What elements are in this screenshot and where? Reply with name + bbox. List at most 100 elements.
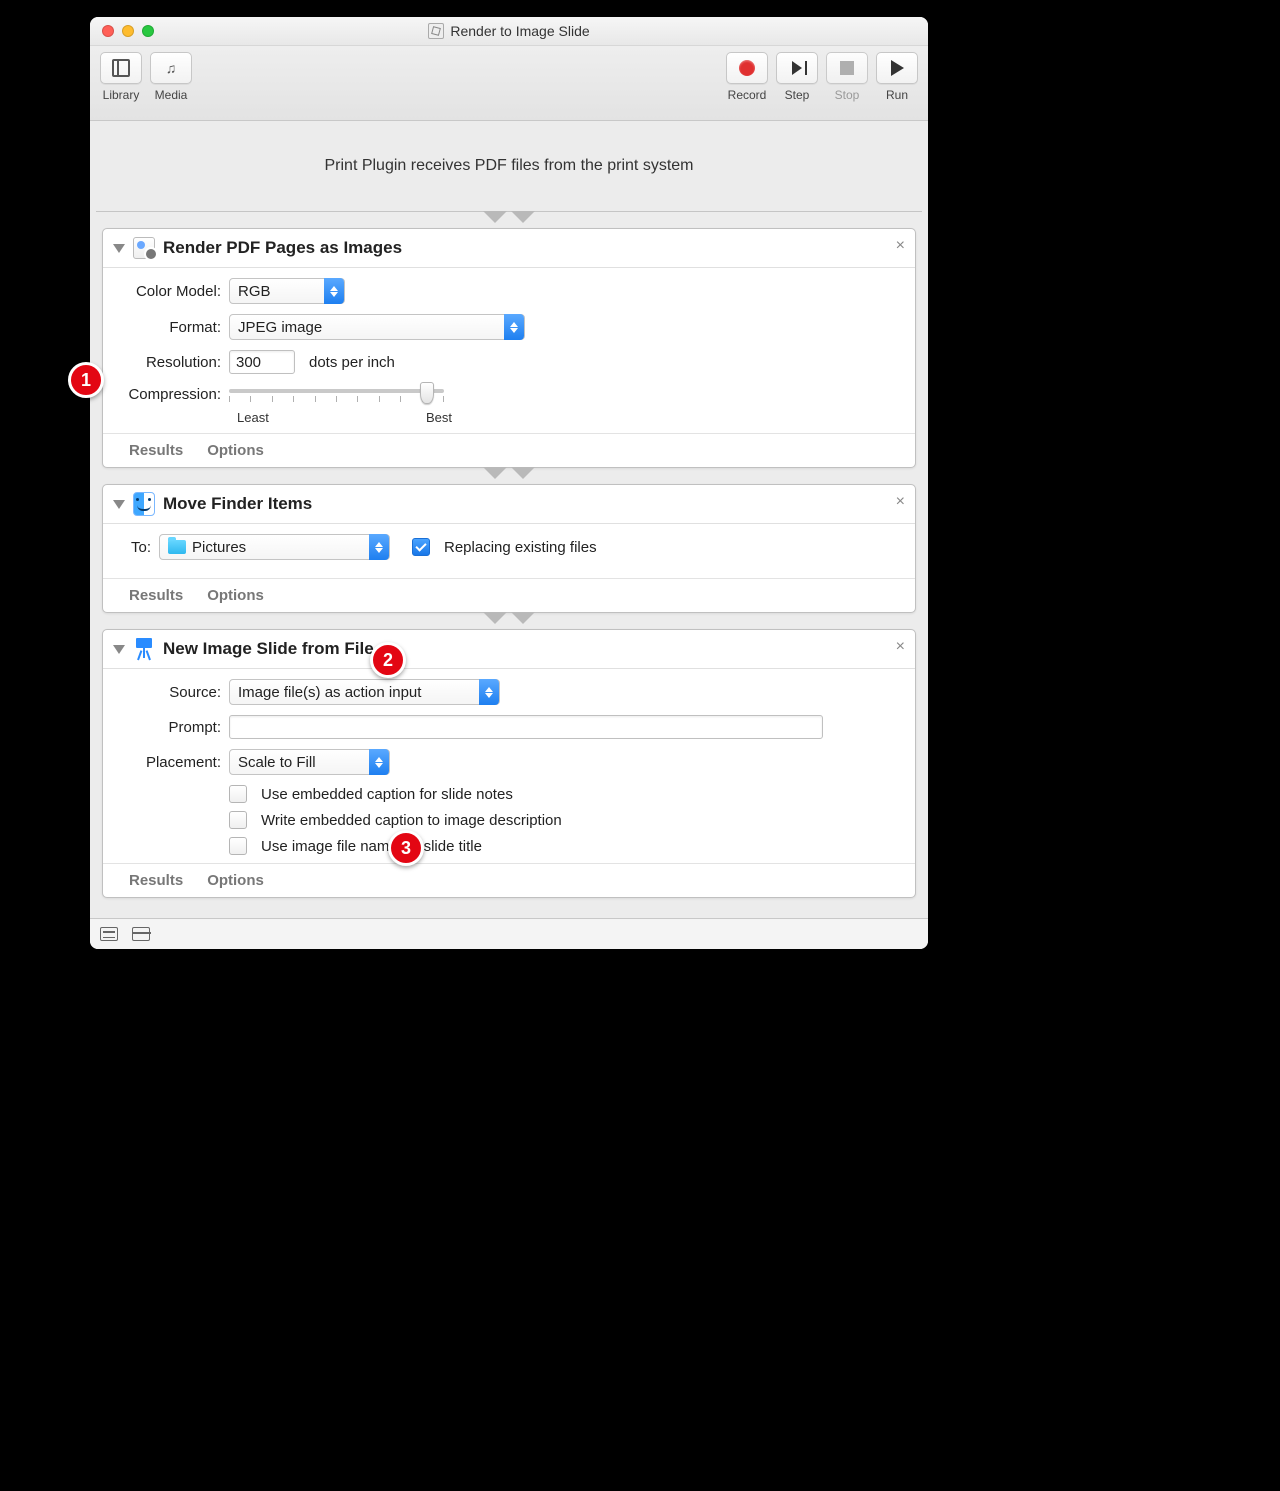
action-footer: Results Options — [103, 578, 915, 612]
use-embedded-caption-notes-checkbox[interactable] — [229, 785, 247, 803]
zoom-window-button[interactable] — [142, 25, 154, 37]
step-icon — [792, 61, 802, 75]
remove-action-button[interactable]: × — [896, 493, 905, 511]
remove-action-button[interactable]: × — [896, 237, 905, 255]
option-row: Use image file name for slide title — [229, 837, 897, 855]
library-button[interactable] — [100, 52, 142, 84]
destination-row: To: Pictures Replacing existing files — [121, 534, 897, 560]
annotation-badge-2: 2 — [370, 642, 406, 678]
annotation-badge-1: 1 — [68, 362, 104, 398]
dropdown-caret-icon — [504, 314, 524, 340]
option-row: Use embedded caption for slide notes — [229, 785, 897, 803]
connector-icon — [489, 212, 529, 228]
action-header[interactable]: Render PDF Pages as Images × — [103, 229, 915, 268]
connector-icon — [489, 613, 529, 629]
options-tab[interactable]: Options — [207, 587, 264, 604]
run-icon — [891, 60, 904, 76]
keynote-app-icon — [133, 638, 155, 660]
options-tab[interactable]: Options — [207, 872, 264, 889]
color-model-row: Color Model: RGB — [121, 278, 897, 304]
write-caption-to-description-label: Write embedded caption to image descript… — [261, 812, 562, 829]
status-bar — [90, 918, 928, 949]
use-filename-for-title-checkbox[interactable] — [229, 837, 247, 855]
run-button[interactable] — [876, 52, 918, 84]
destination-select[interactable]: Pictures — [159, 534, 390, 560]
slider-track — [229, 389, 444, 393]
minimize-window-button[interactable] — [122, 25, 134, 37]
source-select[interactable]: Image file(s) as action input — [229, 679, 500, 705]
slider-thumb[interactable] — [420, 382, 434, 404]
run-label: Run — [886, 88, 908, 102]
log-view-button[interactable] — [100, 927, 118, 941]
window-title-text: Render to Image Slide — [450, 23, 589, 39]
step-button[interactable] — [776, 52, 818, 84]
slider-least-label: Least — [237, 410, 269, 425]
library-icon — [112, 59, 130, 77]
step-button-item: Step — [776, 52, 818, 102]
workflow-input-description: Print Plugin receives PDF files from the… — [96, 121, 922, 212]
source-label: Source: — [121, 684, 221, 701]
media-label: Media — [155, 88, 188, 102]
resolution-value: 300 — [236, 354, 261, 371]
run-button-item: Run — [876, 52, 918, 102]
toolbar: Library ♫ Media Record — [90, 46, 928, 121]
to-label: To: — [121, 539, 151, 556]
action-move-finder-items: Move Finder Items × To: Pictures Replaci… — [102, 484, 916, 613]
media-button[interactable]: ♫ — [150, 52, 192, 84]
option-row: Write embedded caption to image descript… — [229, 811, 897, 829]
format-select[interactable]: JPEG image — [229, 314, 525, 340]
titlebar: Render to Image Slide — [90, 17, 928, 46]
results-tab[interactable]: Results — [129, 442, 183, 459]
placement-select[interactable]: Scale to Fill — [229, 749, 390, 775]
record-button[interactable] — [726, 52, 768, 84]
action-header[interactable]: Move Finder Items × — [103, 485, 915, 524]
dropdown-caret-icon — [479, 679, 499, 705]
application-window: Render to Image Slide Library ♫ Media — [90, 17, 928, 949]
action-header[interactable]: New Image Slide from File × — [103, 630, 915, 669]
color-model-value: RGB — [238, 283, 271, 300]
finder-app-icon — [133, 493, 155, 515]
replace-existing-label: Replacing existing files — [444, 539, 597, 556]
action-body: Color Model: RGB Format: JPEG image — [103, 268, 915, 433]
use-embedded-caption-notes-label: Use embedded caption for slide notes — [261, 786, 513, 803]
placement-value: Scale to Fill — [238, 754, 316, 771]
stop-button-item: Stop — [826, 52, 868, 102]
options-tab[interactable]: Options — [207, 442, 264, 459]
compression-label: Compression: — [121, 386, 221, 403]
slider-best-label: Best — [426, 410, 452, 425]
stop-label: Stop — [835, 88, 860, 102]
compression-slider[interactable] — [229, 382, 444, 412]
action-title: New Image Slide from File — [163, 639, 905, 659]
connector-icon — [489, 468, 529, 484]
action-body: Source: Image file(s) as action input Pr… — [103, 669, 915, 863]
results-tab[interactable]: Results — [129, 587, 183, 604]
compression-row: Compression: — [121, 384, 897, 412]
prompt-label: Prompt: — [121, 719, 221, 736]
prompt-input[interactable] — [229, 715, 823, 739]
preview-app-icon — [133, 237, 155, 259]
action-body: To: Pictures Replacing existing files — [103, 524, 915, 578]
action-render-pdf-pages-as-images: Render PDF Pages as Images × Color Model… — [102, 228, 916, 468]
results-tab[interactable]: Results — [129, 872, 183, 889]
record-icon — [739, 60, 755, 76]
resolution-row: Resolution: 300 dots per inch — [121, 350, 897, 374]
variables-view-button[interactable] — [132, 927, 150, 941]
close-window-button[interactable] — [102, 25, 114, 37]
color-model-select[interactable]: RGB — [229, 278, 345, 304]
disclosure-triangle-icon[interactable] — [113, 500, 125, 509]
stop-button[interactable] — [826, 52, 868, 84]
destination-value: Pictures — [192, 539, 246, 556]
write-caption-to-description-checkbox[interactable] — [229, 811, 247, 829]
resolution-input[interactable]: 300 — [229, 350, 295, 374]
slider-ticks — [229, 396, 444, 404]
format-value: JPEG image — [238, 319, 322, 336]
disclosure-triangle-icon[interactable] — [113, 244, 125, 253]
remove-action-button[interactable]: × — [896, 638, 905, 656]
replace-existing-checkbox[interactable] — [412, 538, 430, 556]
window-title: Render to Image Slide — [90, 23, 928, 39]
source-row: Source: Image file(s) as action input — [121, 679, 897, 705]
disclosure-triangle-icon[interactable] — [113, 645, 125, 654]
placement-row: Placement: Scale to Fill — [121, 749, 897, 775]
media-icon: ♫ — [163, 61, 179, 75]
workflow-area: Print Plugin receives PDF files from the… — [90, 121, 928, 898]
